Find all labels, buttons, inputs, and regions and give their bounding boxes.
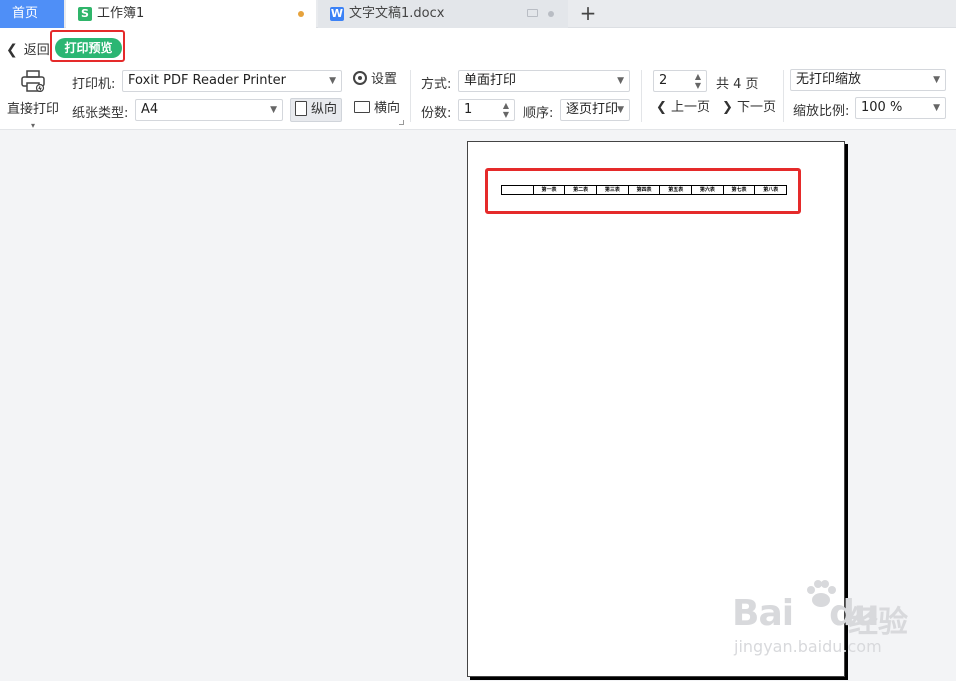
paw-icon <box>807 580 836 607</box>
zoom-value: 100 % <box>861 100 903 115</box>
prev-page-button[interactable]: ❮ 上一页 <box>652 97 712 121</box>
dropdown-arrow-icon: ▾ <box>30 121 35 130</box>
scaling-select[interactable]: 无打印缩放 ▼ <box>790 69 946 91</box>
portrait-button[interactable]: 纵向 <box>290 98 342 122</box>
order-value: 逐页打印 <box>566 102 619 117</box>
divider <box>641 70 642 122</box>
page-total: 共 4 页 <box>716 77 759 92</box>
chevron-right-icon: ❯ <box>722 100 733 115</box>
watermark-url: jingyan.baidu.com <box>734 637 882 656</box>
chevron-down-icon: ▼ <box>617 76 624 86</box>
stepper-arrows-icon[interactable]: ▲ ▼ <box>695 72 701 90</box>
tab-bar: 首页 S 工作簿1 W 文字文稿1.docx + <box>0 0 956 28</box>
chevron-down-icon: ▼ <box>933 103 940 113</box>
gear-icon <box>353 71 367 85</box>
tab-document-label: 文字文稿1.docx <box>349 6 445 21</box>
chevron-down-icon: ▼ <box>617 105 624 115</box>
spreadsheet-icon: S <box>78 7 92 21</box>
new-tab-button[interactable]: + <box>578 0 598 28</box>
landscape-page-icon <box>354 101 370 113</box>
settings-label: 设置 <box>371 72 398 87</box>
order-label: 顺序: <box>523 106 554 121</box>
portrait-label: 纵向 <box>311 102 338 117</box>
chevron-down-icon: ▼ <box>933 75 940 85</box>
back-label: 返回 <box>23 43 50 58</box>
zoom-label: 缩放比例: <box>793 104 850 119</box>
landscape-label: 横向 <box>374 101 401 116</box>
paper-type-select[interactable]: A4 ▼ <box>135 99 283 121</box>
highlight-box-table <box>485 168 801 214</box>
settings-button[interactable]: 设置 <box>349 69 404 93</box>
copies-label: 份数: <box>421 106 452 121</box>
page-number-stepper[interactable]: 2 ▲ ▼ <box>653 70 707 92</box>
order-select[interactable]: 逐页打印 ▼ <box>560 99 630 121</box>
scaling-value: 无打印缩放 <box>796 72 862 87</box>
paper-type-label: 纸张类型: <box>72 106 129 121</box>
printer-label: 打印机: <box>72 77 116 92</box>
chevron-down-icon: ▼ <box>270 105 277 115</box>
print-mode-select[interactable]: 单面打印 ▼ <box>458 70 630 92</box>
chevron-left-icon: ❮ <box>656 100 667 115</box>
prev-page-label: 上一页 <box>671 100 711 115</box>
landscape-button[interactable]: 横向 <box>350 98 402 122</box>
expand-corner-icon[interactable] <box>399 120 404 125</box>
page-number-value: 2 <box>659 73 668 88</box>
next-page-button[interactable]: ❯ 下一页 <box>718 97 778 121</box>
direct-print-button[interactable]: 直接打印 ▾ <box>4 70 62 132</box>
tab-document[interactable]: W 文字文稿1.docx <box>318 0 568 28</box>
baidu-watermark: Bai du 经验 jingyan.baidu.com <box>730 575 940 665</box>
copies-stepper[interactable]: 1 ▲ ▼ <box>458 99 515 121</box>
watermark-cn: 经验 <box>848 605 908 640</box>
monitor-icon <box>527 9 538 17</box>
print-mode-value: 单面打印 <box>464 73 517 88</box>
chevron-left-icon: ❮ <box>6 42 18 58</box>
divider <box>410 70 411 122</box>
writer-doc-icon: W <box>330 7 344 21</box>
unsaved-dot-icon <box>298 11 304 17</box>
tab-home[interactable]: 首页 <box>0 0 64 28</box>
highlight-box-preview <box>50 30 125 62</box>
zoom-select[interactable]: 100 % ▼ <box>855 97 946 119</box>
stepper-arrows-icon[interactable]: ▲ ▼ <box>503 101 509 119</box>
tab-workbook[interactable]: S 工作簿1 <box>66 0 316 28</box>
printer-icon <box>21 70 45 92</box>
portrait-page-icon <box>295 101 307 116</box>
back-button[interactable]: ❮ 返回 <box>6 39 50 58</box>
print-toolbar: 直接打印 ▾ 打印机: Foxit PDF Reader Printer ▼ 设置… <box>0 64 956 130</box>
paper-type-value: A4 <box>141 102 159 117</box>
printer-select[interactable]: Foxit PDF Reader Printer ▼ <box>122 70 342 92</box>
next-page-label: 下一页 <box>737 100 777 115</box>
direct-print-label: 直接打印 <box>6 102 59 117</box>
divider <box>783 70 784 122</box>
printer-value: Foxit PDF Reader Printer <box>128 73 286 88</box>
copies-value: 1 <box>464 102 473 117</box>
chevron-down-icon: ▼ <box>329 76 336 86</box>
print-mode-label: 方式: <box>421 77 452 92</box>
tab-workbook-label: 工作簿1 <box>97 6 145 21</box>
mode-bar: ❮ 返回 打印预览 <box>0 28 956 64</box>
status-dot-icon <box>548 11 554 17</box>
